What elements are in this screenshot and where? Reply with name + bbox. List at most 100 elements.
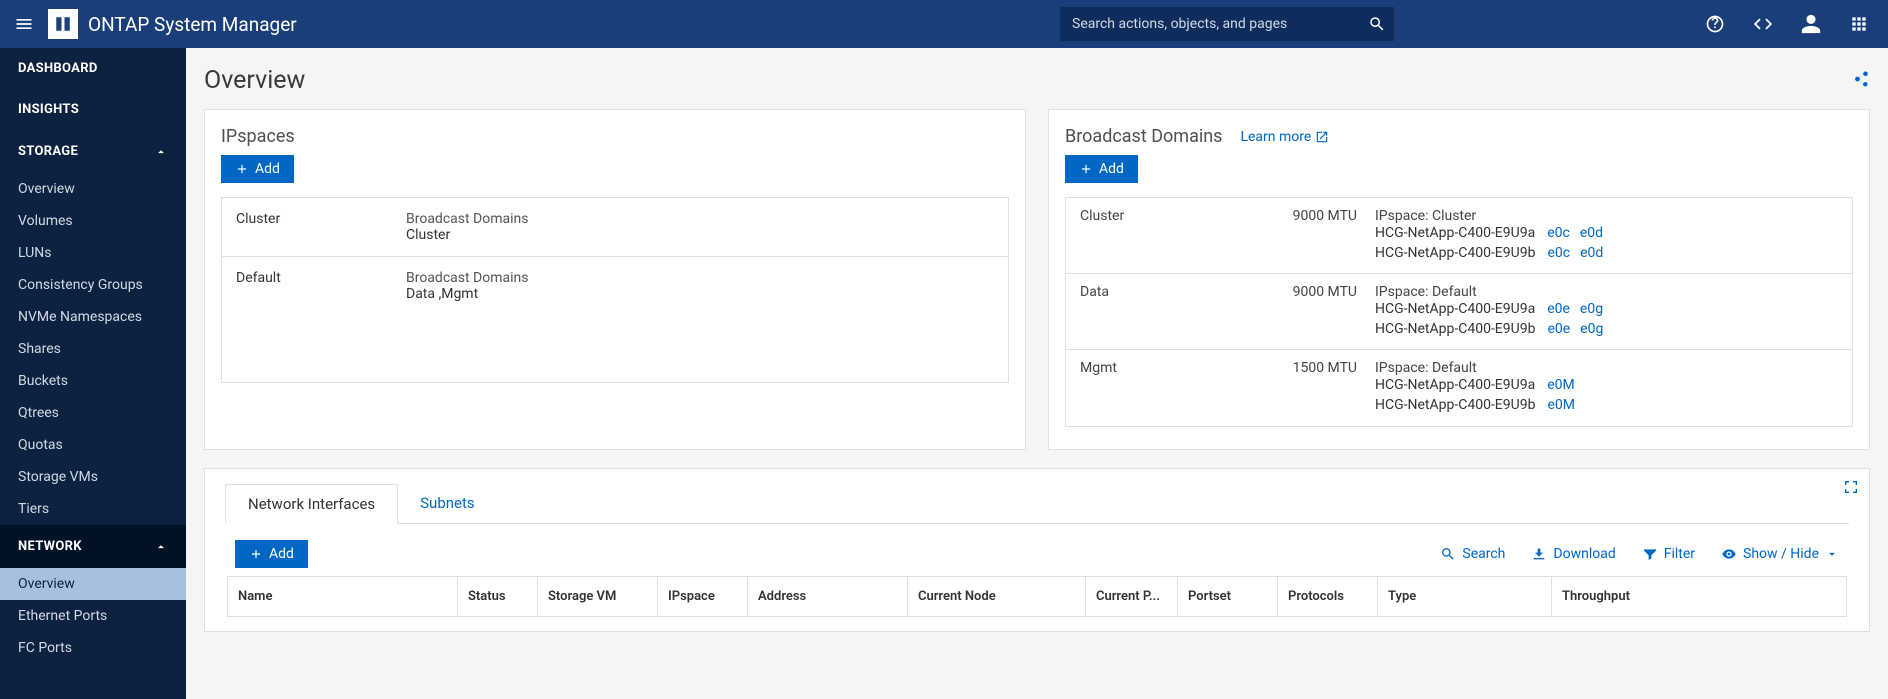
port-link[interactable]: e0e (1547, 300, 1570, 320)
sidebar-section-network[interactable]: NETWORK (0, 525, 186, 568)
column-storage-vm[interactable]: Storage VM (538, 577, 658, 616)
sidebar-item-quotas[interactable]: Quotas (0, 429, 186, 461)
app-header: ONTAP System Manager (0, 0, 1888, 48)
add-interface-button[interactable]: Add (235, 540, 308, 568)
column-portset[interactable]: Portset (1178, 577, 1278, 616)
code-icon (1752, 13, 1774, 35)
column-status[interactable]: Status (458, 577, 538, 616)
sidebar-item-dashboard[interactable]: DASHBOARD (0, 48, 186, 89)
port-link[interactable]: e0g (1580, 300, 1603, 320)
interfaces-table: Name Status Storage VM IPspace Address C… (227, 576, 1847, 617)
broadcast-card: Broadcast Domains Learn more Add Cluster… (1048, 109, 1870, 450)
expand-icon (1843, 479, 1859, 495)
port-link[interactable]: e0d (1580, 244, 1603, 264)
broadcast-table: Cluster9000 MTUIPspace: ClusterHCG-NetAp… (1065, 197, 1853, 427)
sidebar-item-overview[interactable]: Overview (0, 173, 186, 205)
port-link[interactable]: e0c (1547, 224, 1570, 244)
column-type[interactable]: Type (1378, 577, 1552, 616)
code-button[interactable] (1742, 4, 1784, 44)
sidebar-item-storage-vms[interactable]: Storage VMs (0, 461, 186, 493)
sidebar-item-qtrees[interactable]: Qtrees (0, 397, 186, 429)
expand-button[interactable] (1843, 479, 1859, 499)
column-current-node[interactable]: Current Node (908, 577, 1086, 616)
port-link[interactable]: e0M (1547, 376, 1575, 396)
sidebar-item-overview[interactable]: Overview (0, 568, 186, 600)
broadcast-row[interactable]: Cluster9000 MTUIPspace: ClusterHCG-NetAp… (1066, 198, 1852, 274)
search-label: Search (1462, 546, 1505, 562)
share-button[interactable] (1852, 70, 1870, 92)
main-content: Overview IPspaces Add ClusterBroadcast D… (186, 48, 1888, 699)
plus-icon (235, 162, 249, 176)
column-current-port[interactable]: Current P... (1086, 577, 1178, 616)
add-broadcast-button[interactable]: Add (1065, 155, 1138, 183)
ipspaces-card: IPspaces Add ClusterBroadcast DomainsClu… (204, 109, 1026, 450)
column-ipspace[interactable]: IPspace (658, 577, 748, 616)
tab-network-interfaces[interactable]: Network Interfaces (225, 484, 398, 524)
add-ipspace-button[interactable]: Add (221, 155, 294, 183)
user-button[interactable] (1790, 4, 1832, 44)
node-name: HCG-NetApp-C400-E9U9a (1375, 376, 1535, 396)
add-label: Add (1099, 161, 1124, 177)
ipspaces-title: IPspaces (221, 126, 295, 147)
sidebar-section-storage[interactable]: STORAGE (0, 130, 186, 173)
broadcast-row[interactable]: Data9000 MTUIPspace: DefaultHCG-NetApp-C… (1066, 274, 1852, 350)
port-link[interactable]: e0d (1580, 224, 1603, 244)
user-icon (1800, 13, 1822, 35)
learn-more-link[interactable]: Learn more (1240, 129, 1329, 145)
sidebar-item-consistency-groups[interactable]: Consistency Groups (0, 269, 186, 301)
apps-icon (1849, 14, 1869, 34)
table-search-button[interactable]: Search (1440, 546, 1505, 562)
bd-label: Broadcast Domains (406, 211, 994, 227)
sidebar-item-shares[interactable]: Shares (0, 333, 186, 365)
column-address[interactable]: Address (748, 577, 908, 616)
ipspace-row[interactable]: DefaultBroadcast DomainsData ,Mgmt (222, 257, 1008, 315)
menu-toggle-button[interactable] (0, 0, 48, 48)
download-icon (1531, 546, 1547, 562)
sidebar: DASHBOARD INSIGHTS STORAGE OverviewVolum… (0, 48, 186, 699)
search-icon (1368, 15, 1386, 33)
port-link[interactable]: e0g (1580, 320, 1603, 340)
brand-logo (48, 9, 78, 39)
column-name[interactable]: Name (228, 577, 458, 616)
eye-icon (1721, 546, 1737, 562)
help-button[interactable] (1694, 4, 1736, 44)
ipspace-name: Cluster (236, 211, 406, 243)
bd-mtu: 1500 MTU (1290, 360, 1375, 376)
filter-button[interactable]: Filter (1642, 546, 1695, 562)
netapp-icon (54, 15, 72, 33)
sidebar-item-luns[interactable]: LUNs (0, 237, 186, 269)
ipspace-row[interactable]: ClusterBroadcast DomainsCluster (222, 198, 1008, 257)
sidebar-item-fc-ports[interactable]: FC Ports (0, 632, 186, 664)
showhide-button[interactable]: Show / Hide (1721, 546, 1839, 562)
download-label: Download (1553, 546, 1615, 562)
bd-label: Broadcast Domains (406, 270, 994, 286)
node-name: HCG-NetApp-C400-E9U9b (1375, 244, 1535, 264)
broadcast-row[interactable]: Mgmt1500 MTUIPspace: DefaultHCG-NetApp-C… (1066, 350, 1852, 425)
tab-subnets[interactable]: Subnets (398, 484, 497, 524)
apps-button[interactable] (1838, 4, 1880, 44)
column-throughput[interactable]: Throughput (1552, 577, 1846, 616)
filter-label: Filter (1664, 546, 1695, 562)
help-icon (1705, 14, 1725, 34)
sidebar-item-volumes[interactable]: Volumes (0, 205, 186, 237)
bd-name: Mgmt (1080, 360, 1290, 376)
search-input[interactable] (1060, 7, 1360, 41)
ipspace-table: ClusterBroadcast DomainsClusterDefaultBr… (221, 197, 1009, 383)
column-protocols[interactable]: Protocols (1278, 577, 1378, 616)
share-icon (1852, 70, 1870, 88)
sidebar-item-insights[interactable]: INSIGHTS (0, 89, 186, 130)
chevron-up-icon (154, 145, 168, 159)
port-link[interactable]: e0M (1547, 396, 1575, 416)
bd-mtu: 9000 MTU (1290, 208, 1375, 224)
sidebar-item-tiers[interactable]: Tiers (0, 493, 186, 525)
sidebar-item-nvme-namespaces[interactable]: NVMe Namespaces (0, 301, 186, 333)
search-button[interactable] (1360, 7, 1394, 41)
hamburger-icon (14, 14, 34, 34)
port-link[interactable]: e0e (1547, 320, 1570, 340)
download-button[interactable]: Download (1531, 546, 1615, 562)
sidebar-label: NETWORK (18, 539, 82, 554)
sidebar-item-buckets[interactable]: Buckets (0, 365, 186, 397)
filter-icon (1642, 546, 1658, 562)
sidebar-item-ethernet-ports[interactable]: Ethernet Ports (0, 600, 186, 632)
port-link[interactable]: e0c (1547, 244, 1570, 264)
